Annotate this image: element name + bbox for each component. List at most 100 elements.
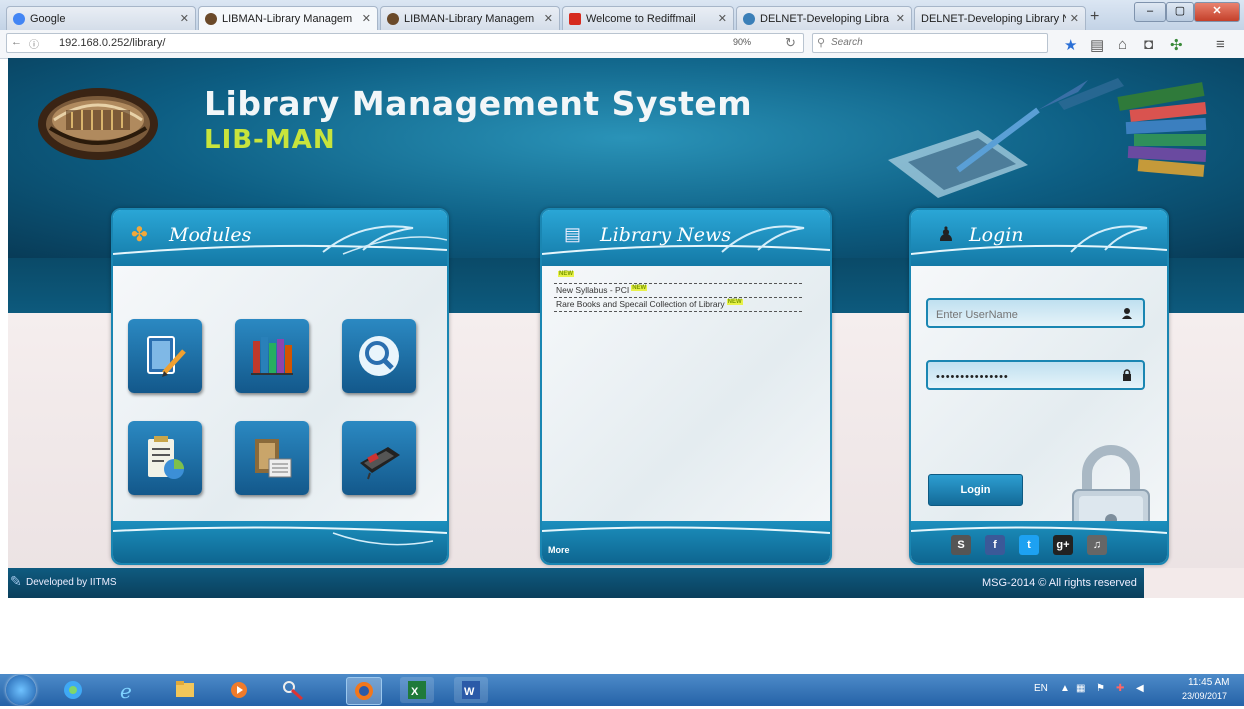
swoosh-decoration-icon	[113, 526, 447, 546]
minimize-button[interactable]: –	[1134, 2, 1166, 22]
tab-libman[interactable]: LIBMAN-Library Managem ✕	[380, 6, 560, 30]
action-center-flag-icon[interactable]: ⚑	[1096, 683, 1105, 694]
module-circulation-button[interactable]	[235, 421, 309, 495]
tab-delnet-2[interactable]: DELNET-Developing Library N ✕	[914, 6, 1086, 30]
feather-icon: ✎	[10, 573, 22, 589]
news-panel: ▤ Library News NEW New Syllabus - PCI NEW…	[540, 208, 832, 565]
tab-close-icon[interactable]: ✕	[718, 12, 727, 25]
bookmarks-list-icon[interactable]: ▤	[1090, 36, 1104, 54]
library-logo-icon	[38, 88, 158, 160]
site-subtitle: LIB-MAN	[204, 125, 336, 155]
google-favicon-icon	[13, 12, 25, 25]
facebook-icon[interactable]: f	[985, 535, 1005, 555]
bookmark-star-icon[interactable]: ★	[1064, 36, 1077, 54]
extension-icon[interactable]: ✣	[1170, 36, 1183, 54]
clock-time[interactable]: 11:45 AM	[1188, 677, 1230, 688]
excel-icon[interactable]: X	[400, 677, 434, 703]
magnifier-icon	[359, 336, 399, 376]
module-reports-button[interactable]	[128, 421, 202, 495]
svg-text:X: X	[411, 686, 419, 698]
word-icon[interactable]: W	[454, 677, 488, 703]
module-search-button[interactable]	[342, 319, 416, 393]
file-explorer-icon[interactable]	[168, 677, 202, 703]
tab-close-icon[interactable]: ✕	[1070, 12, 1079, 25]
firefox-icon[interactable]	[346, 677, 382, 705]
snipping-tool-icon[interactable]	[276, 677, 310, 703]
show-hidden-icons-icon[interactable]: ▲	[1060, 683, 1070, 694]
tablet-books-illustration-icon	[888, 78, 1207, 198]
swoosh-decoration-icon	[113, 225, 447, 255]
back-arrow-icon[interactable]: ←	[11, 36, 22, 48]
tab-label: Google	[30, 12, 66, 25]
library-page: Library Management System LIB-MAN ✤ Modu…	[8, 58, 1244, 598]
tab-close-icon[interactable]: ✕	[544, 12, 553, 25]
pocket-icon[interactable]: ◘	[1144, 36, 1153, 53]
tab-label: LIBMAN-Library Managem	[404, 12, 535, 25]
module-catalog-button[interactable]	[128, 319, 202, 393]
tab-label: DELNET-Developing Libra	[760, 12, 890, 25]
reload-icon[interactable]: ↻	[785, 35, 796, 51]
login-button[interactable]: Login	[928, 474, 1023, 506]
modules-panel: ✤ Modules	[111, 208, 449, 565]
site-info-icon[interactable]: ⓘ	[29, 36, 39, 51]
books-newspaper-icon	[255, 439, 292, 478]
tab-close-icon[interactable]: ✕	[180, 12, 189, 25]
password-input[interactable]	[934, 368, 1118, 386]
start-button[interactable]	[6, 675, 36, 705]
new-tab-button[interactable]: +	[1090, 8, 1099, 26]
news-item[interactable]: New Syllabus - PCI NEW	[554, 284, 802, 298]
taskbar-app-icon[interactable]	[56, 677, 90, 703]
rediffmail-favicon-icon	[569, 12, 581, 25]
volume-icon[interactable]: ◀	[1136, 683, 1144, 694]
clock-date[interactable]: 23/09/2017	[1182, 691, 1227, 701]
login-panel-header: ♟ Login	[911, 210, 1167, 266]
search-input[interactable]	[829, 36, 1033, 49]
search-box[interactable]: ⚲	[812, 33, 1048, 53]
news-more-link[interactable]: More	[548, 545, 570, 555]
news-item[interactable]: NEW	[554, 270, 802, 284]
tab-rediffmail[interactable]: Welcome to Rediffmail ✕	[562, 6, 734, 30]
password-field[interactable]	[926, 360, 1145, 390]
report-chart-icon	[148, 436, 184, 479]
close-window-button[interactable]: ✕	[1194, 2, 1240, 22]
zoom-level[interactable]: 90%	[733, 37, 751, 47]
language-indicator[interactable]: EN	[1034, 683, 1048, 694]
news-item[interactable]: Rare Books and Specail Collection of Lib…	[554, 298, 802, 312]
svg-text:W: W	[464, 686, 475, 698]
username-input[interactable]	[934, 306, 1118, 324]
site-title: Library Management System	[204, 84, 753, 123]
module-books-button[interactable]	[235, 319, 309, 393]
maximize-button[interactable]: ▢	[1166, 2, 1194, 22]
menu-icon[interactable]: ≡	[1216, 36, 1225, 53]
tab-label: DELNET-Developing Library N	[921, 12, 1066, 25]
news-panel-footer: More	[542, 521, 830, 563]
tab-close-icon[interactable]: ✕	[896, 12, 905, 25]
security-icon[interactable]: ✚	[1116, 683, 1124, 694]
internet-explorer-icon[interactable]: e	[110, 677, 144, 703]
news-list: NEW New Syllabus - PCI NEW Rare Books and…	[554, 270, 802, 312]
tab-google[interactable]: Google ✕	[6, 6, 196, 30]
libman-favicon-icon	[205, 12, 217, 25]
browser-nav-bar: ← ⓘ 192.168.0.252/library/ 90% ↻ ⚲ ★ ▤ ⌂…	[0, 30, 1244, 59]
home-icon[interactable]: ⌂	[1118, 36, 1127, 53]
address-bar[interactable]: ← ⓘ 192.168.0.252/library/ 90% ↻	[6, 33, 804, 53]
user-avatar-icon: ♟	[937, 224, 955, 246]
skype-icon[interactable]: S	[951, 535, 971, 555]
twitter-icon[interactable]: t	[1019, 535, 1039, 555]
modules-title: Modules	[169, 224, 252, 246]
scanner-icon	[360, 447, 400, 480]
media-player-icon[interactable]	[222, 677, 256, 703]
module-scanner-button[interactable]	[342, 421, 416, 495]
developer-credit: Developed by IITMS	[26, 577, 117, 588]
news-title: Library News	[600, 224, 732, 246]
tab-libman-active[interactable]: LIBMAN-Library Managem ✕	[198, 6, 378, 30]
username-field[interactable]	[926, 298, 1145, 328]
music-icon[interactable]: ♫	[1087, 535, 1107, 555]
windows-taskbar: e X W EN ▲ ▦ ⚑ ✚ ◀ 11:45 AM 23/09/2017	[0, 674, 1244, 706]
tab-close-icon[interactable]: ✕	[362, 12, 371, 25]
tab-delnet[interactable]: DELNET-Developing Libra ✕	[736, 6, 912, 30]
new-badge-icon: NEW	[558, 271, 574, 277]
delnet-favicon-icon	[743, 12, 755, 25]
google-plus-icon[interactable]: g+	[1053, 535, 1073, 555]
network-icon[interactable]: ▦	[1076, 683, 1085, 694]
